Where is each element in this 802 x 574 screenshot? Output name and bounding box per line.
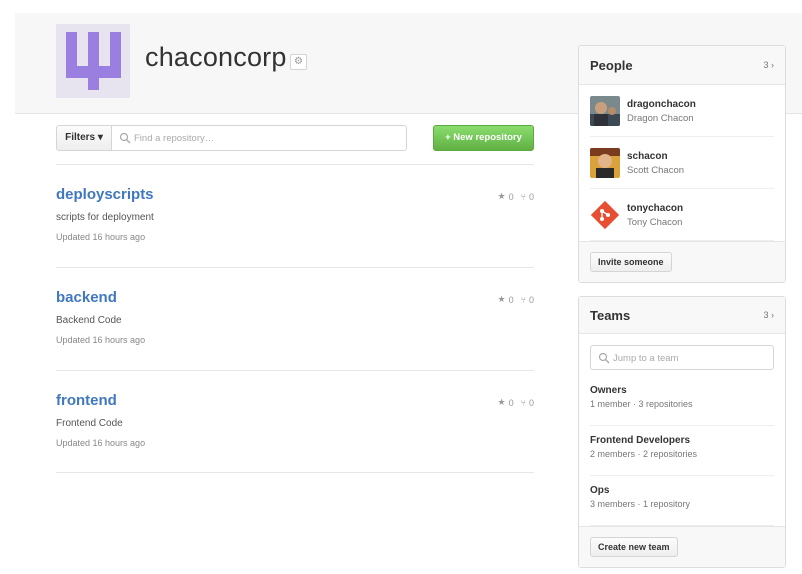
fork-count: 0 <box>528 397 534 408</box>
teams-title[interactable]: Teams <box>590 308 630 323</box>
avatar[interactable] <box>590 96 620 126</box>
team-name[interactable]: Frontend Developers <box>590 435 690 446</box>
star-count: 0 <box>508 397 514 408</box>
search-icon <box>119 132 131 144</box>
repo-name-link[interactable]: frontend <box>56 392 117 409</box>
repo-stats: ★ 0 ⑂ 0 <box>497 397 534 408</box>
search-icon <box>598 352 610 364</box>
stars-stat[interactable]: ★ 0 <box>497 191 513 202</box>
repo-toolbar: Filters ▾ + New repository <box>56 125 534 153</box>
star-count: 0 <box>508 294 514 305</box>
fork-count: 0 <box>528 191 534 202</box>
repo-list: deployscripts scripts for deployment Upd… <box>56 164 534 473</box>
fork-icon: ⑂ <box>520 397 526 408</box>
people-title[interactable]: People <box>590 58 633 73</box>
team-meta: 1 member · 3 repositories <box>590 399 693 409</box>
repo-description: Frontend Code <box>56 418 123 429</box>
repo-item: frontend Frontend Code Updated 16 hours … <box>56 370 534 473</box>
member-login[interactable]: schacon <box>627 151 668 162</box>
team-name[interactable]: Ops <box>590 485 609 496</box>
team-item[interactable]: Ops 3 members · 1 repository <box>590 476 774 526</box>
team-name[interactable]: Owners <box>590 385 627 396</box>
repo-stats: ★ 0 ⑂ 0 <box>497 294 534 305</box>
invite-someone-button[interactable]: Invite someone <box>590 252 672 272</box>
repo-item: backend Backend Code Updated 16 hours ag… <box>56 267 534 370</box>
avatar-icon <box>590 148 620 178</box>
team-meta: 3 members · 1 repository <box>590 499 691 509</box>
org-logo-icon <box>56 24 130 98</box>
avatar-icon <box>590 96 620 126</box>
teams-footer: Create new team <box>579 526 785 567</box>
people-footer: Invite someone <box>579 241 785 282</box>
org-avatar[interactable] <box>56 24 130 98</box>
avatar[interactable] <box>590 148 620 178</box>
team-item[interactable]: Frontend Developers 2 members · 2 reposi… <box>590 426 774 476</box>
team-item[interactable]: Owners 1 member · 3 repositories <box>590 376 774 426</box>
org-name: chaconcorp <box>145 42 287 72</box>
member-item[interactable]: schacon Scott Chacon <box>590 137 774 189</box>
people-panel: People 3 › dragonchacon Dragon Chacon sc… <box>578 45 786 283</box>
fork-icon: ⑂ <box>520 191 526 202</box>
stars-stat[interactable]: ★ 0 <box>497 294 513 305</box>
team-search <box>590 345 774 370</box>
star-count: 0 <box>508 191 514 202</box>
teams-header: Teams 3 › <box>579 297 785 334</box>
member-login[interactable]: tonychacon <box>627 203 683 214</box>
teams-count[interactable]: 3 › <box>763 310 774 320</box>
repo-search-input[interactable] <box>134 129 394 147</box>
repo-description: Backend Code <box>56 315 122 326</box>
member-fullname: Dragon Chacon <box>627 113 694 124</box>
fork-icon: ⑂ <box>520 294 526 305</box>
repo-search <box>112 125 407 151</box>
forks-stat[interactable]: ⑂ 0 <box>521 294 534 305</box>
repo-name-link[interactable]: backend <box>56 289 117 306</box>
new-repository-button[interactable]: + New repository <box>433 125 534 151</box>
gear-icon[interactable]: ⚙ <box>290 54 307 70</box>
forks-stat[interactable]: ⑂ 0 <box>521 191 534 202</box>
star-icon: ★ <box>497 191 506 201</box>
git-logo-icon <box>590 200 620 230</box>
star-icon: ★ <box>497 397 506 407</box>
people-count[interactable]: 3 › <box>763 60 774 70</box>
repo-description: scripts for deployment <box>56 212 154 223</box>
filters-button[interactable]: Filters ▾ <box>56 125 112 151</box>
create-new-team-button[interactable]: Create new team <box>590 537 678 557</box>
teams-panel: Teams 3 › Owners 1 member · 3 repositori… <box>578 296 786 568</box>
repo-updated: Updated 16 hours ago <box>56 232 146 242</box>
repo-updated: Updated 16 hours ago <box>56 335 146 345</box>
forks-stat[interactable]: ⑂ 0 <box>521 397 534 408</box>
member-item[interactable]: tonychacon Tony Chacon <box>590 189 774 241</box>
member-fullname: Tony Chacon <box>627 217 683 228</box>
repo-item: deployscripts scripts for deployment Upd… <box>56 164 534 267</box>
repo-updated: Updated 16 hours ago <box>56 438 146 448</box>
fork-count: 0 <box>528 294 534 305</box>
member-item[interactable]: dragonchacon Dragon Chacon <box>590 85 774 137</box>
repo-name-link[interactable]: deployscripts <box>56 186 154 203</box>
repo-stats: ★ 0 ⑂ 0 <box>497 191 534 202</box>
avatar[interactable] <box>590 200 620 230</box>
member-login[interactable]: dragonchacon <box>627 99 696 110</box>
team-meta: 2 members · 2 repositories <box>590 449 698 459</box>
team-search-input[interactable] <box>613 349 763 367</box>
people-header: People 3 › <box>579 46 785 85</box>
star-icon: ★ <box>497 294 506 304</box>
member-fullname: Scott Chacon <box>627 165 685 176</box>
stars-stat[interactable]: ★ 0 <box>497 397 513 408</box>
